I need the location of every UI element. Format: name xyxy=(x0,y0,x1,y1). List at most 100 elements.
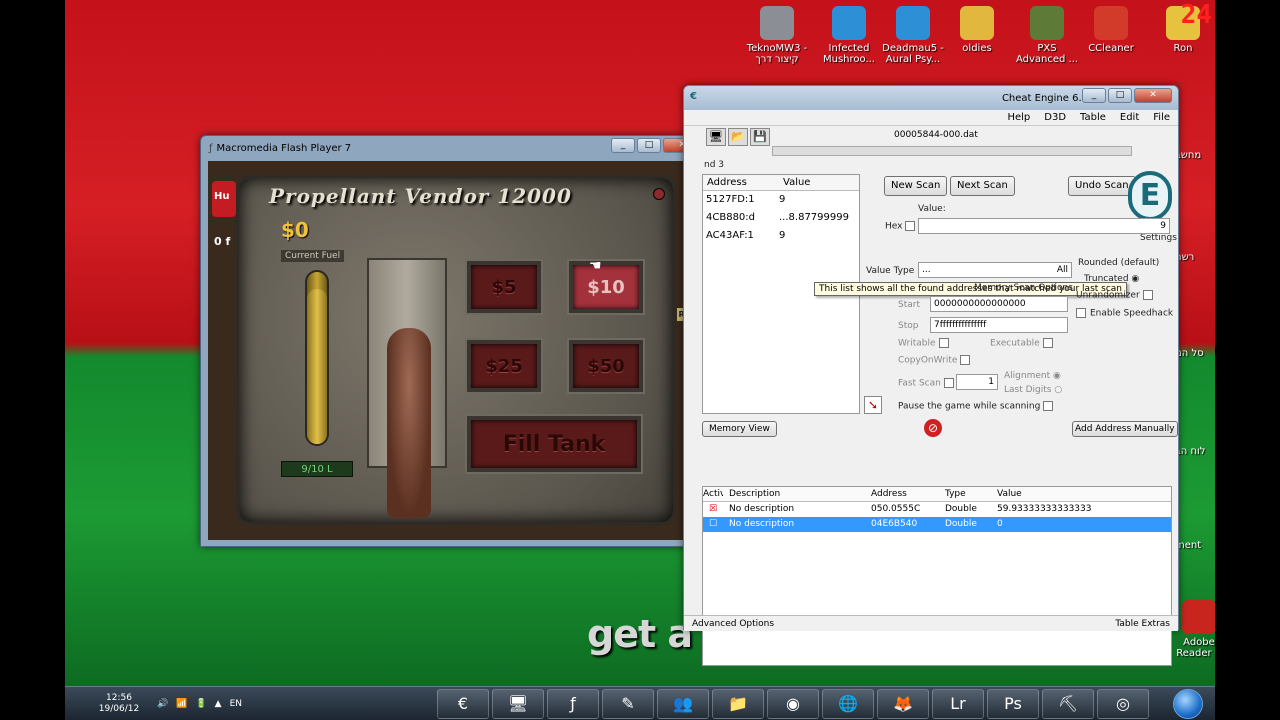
next-scan-button[interactable]: Next Scan xyxy=(950,176,1015,196)
battery-icon[interactable]: 🔋 xyxy=(195,699,206,709)
col-value: Value xyxy=(997,489,1022,499)
ce-window-title: Cheat Engine 6.1 xyxy=(1001,92,1088,104)
settings-label[interactable]: Settings xyxy=(1140,233,1177,243)
game-canvas[interactable]: Hu 0 f RAL Propellant Vendor 12000 $0 Cu… xyxy=(208,161,702,540)
cheat-engine-icon[interactable]: € xyxy=(437,689,489,719)
close-vendor-icon[interactable] xyxy=(653,188,665,200)
stop-icon[interactable]: ⊘ xyxy=(924,419,942,437)
show-hidden-icon[interactable]: ▲ xyxy=(215,699,222,709)
flash-window-title: Macromedia Flash Player 7 xyxy=(216,142,352,154)
undo-scan-button[interactable]: Undo Scan xyxy=(1068,176,1136,196)
fast-scan-input[interactable]: 1 xyxy=(956,374,998,390)
flash-player-window[interactable]: ƒ Macromedia Flash Player 7 _ □ ✕ Hu 0 f… xyxy=(200,135,708,547)
executable-option[interactable]: Executable xyxy=(990,338,1053,349)
chrome-icon[interactable]: ◉ xyxy=(767,689,819,719)
pencil-icon[interactable]: ✎ xyxy=(602,689,654,719)
table-row[interactable]: ☒ No description 050.0555C Double 59.933… xyxy=(703,502,1171,517)
truncated-option[interactable]: Truncated ◉ xyxy=(1084,274,1139,284)
fuel-nozzle xyxy=(387,328,431,518)
rounded-option[interactable]: Rounded (default) xyxy=(1078,258,1159,268)
overlay-counter: 24 xyxy=(1180,0,1212,30)
disc-icon[interactable]: ◎ xyxy=(1097,689,1149,719)
desktop-icon[interactable]: PXS Advanced ... xyxy=(1015,6,1079,65)
fill-tank-button[interactable]: Fill Tank xyxy=(467,416,641,472)
address-table[interactable]: Active Description Address Type Value ☒ … xyxy=(702,486,1172,666)
speedhack-option[interactable]: Enable Speedhack xyxy=(1076,308,1173,319)
results-row[interactable]: 5127FD:1 9 xyxy=(703,191,859,209)
open-process-icon[interactable]: 🖥 xyxy=(706,128,726,146)
desktop-icon[interactable]: Deadmau5 - Aural Psy... xyxy=(881,6,945,65)
globe-icon[interactable]: 🌐 xyxy=(822,689,874,719)
new-scan-button[interactable]: New Scan xyxy=(884,176,948,196)
unrandomizer-option[interactable]: Unrandomizer xyxy=(1076,290,1153,301)
ce-maximize-button[interactable]: □ xyxy=(1108,88,1132,103)
ce-minimize-button[interactable]: _ xyxy=(1082,88,1106,103)
volume-icon[interactable]: 🔊 xyxy=(157,699,168,709)
start-label: Start xyxy=(898,300,920,310)
menu-edit[interactable]: Edit xyxy=(1120,112,1139,123)
desktop-icon[interactable]: oldies xyxy=(945,6,1009,54)
alignment-option[interactable]: Alignment ◉ xyxy=(1004,371,1061,381)
language-indicator[interactable]: EN xyxy=(230,699,242,709)
table-extras-link[interactable]: Table Extras xyxy=(1115,616,1170,631)
buy-50-button[interactable]: $50 xyxy=(569,340,643,392)
taskbar-apps: € 🖥 ƒ ✎ 👥 📁 ◉ 🌐 🦊 Lr Ps ⛏ ◎ xyxy=(437,689,1149,719)
value-type-select[interactable]: ... All xyxy=(918,262,1072,278)
fast-scan-option[interactable]: Fast Scan xyxy=(898,378,954,389)
clock[interactable]: 12:56 19/06/12 xyxy=(89,693,149,715)
desktop-icon[interactable]: TeknoMW3 - קיצור דרך xyxy=(745,6,809,65)
results-row[interactable]: 4CB880:d ...8.87799999 xyxy=(703,209,859,227)
last-digits-option[interactable]: Last Digits ○ xyxy=(1004,385,1062,395)
ce-close-button[interactable]: ✕ xyxy=(1134,88,1172,103)
desktop-icon-label: CCleaner xyxy=(1088,43,1134,54)
firefox-icon[interactable]: 🦊 xyxy=(877,689,929,719)
folder-icon[interactable]: 📁 xyxy=(712,689,764,719)
buy-25-button[interactable]: $25 xyxy=(467,340,541,392)
ce-logo-icon[interactable]: E xyxy=(1128,171,1172,221)
found-count: nd 3 xyxy=(704,160,725,170)
menu-file[interactable]: File xyxy=(1153,112,1170,123)
start-button[interactable] xyxy=(1173,689,1203,719)
lightroom-icon[interactable]: Lr xyxy=(932,689,984,719)
people-icon[interactable]: 👥 xyxy=(657,689,709,719)
desktop-icon[interactable]: Infected Mushroo... xyxy=(817,6,881,65)
start-address-input[interactable]: 0000000000000000 xyxy=(930,296,1068,312)
hex-checkbox[interactable] xyxy=(905,221,916,231)
stop-address-input[interactable]: 7fffffffffffffff xyxy=(930,317,1068,333)
maximize-button[interactable]: □ xyxy=(637,138,661,153)
buy-5-button[interactable]: $5 xyxy=(467,261,541,313)
display-icon[interactable]: 🖥 xyxy=(492,689,544,719)
hex-label: Hex xyxy=(885,221,916,232)
fuel-gauge-fill xyxy=(307,289,327,444)
copyonwrite-option[interactable]: CopyOnWrite xyxy=(898,355,971,366)
value-input[interactable]: 9 xyxy=(918,218,1170,234)
menu-help[interactable]: Help xyxy=(1007,112,1030,123)
scan-progress-bar xyxy=(772,146,1132,156)
cheat-engine-window[interactable]: € Cheat Engine 6.1 _ □ ✕ Help D3D Table … xyxy=(683,85,1179,666)
desktop-icon-label[interactable]: לוח הב xyxy=(1175,446,1205,457)
desktop-icon[interactable]: CCleaner xyxy=(1079,6,1143,54)
pointer-arrow-icon[interactable]: ➘ xyxy=(864,396,882,414)
writable-option[interactable]: Writable xyxy=(898,338,949,349)
menu-d3d[interactable]: D3D xyxy=(1044,112,1066,123)
active-checkbox-icon[interactable]: ☒ xyxy=(703,502,723,517)
add-address-button[interactable]: Add Address Manually xyxy=(1072,421,1178,437)
buy-10-button[interactable]: $10 xyxy=(569,261,643,313)
pause-game-option[interactable]: Pause the game while scanning xyxy=(898,401,1054,412)
menu-table[interactable]: Table xyxy=(1080,112,1106,123)
network-icon[interactable]: 📶 xyxy=(176,699,187,709)
flash-icon[interactable]: ƒ xyxy=(547,689,599,719)
advanced-options-link[interactable]: Advanced Options xyxy=(692,616,774,631)
memory-view-button[interactable]: Memory View xyxy=(702,421,777,437)
photoshop-icon[interactable]: Ps xyxy=(987,689,1039,719)
minimize-button[interactable]: _ xyxy=(611,138,635,153)
right-black-bar xyxy=(1215,0,1280,720)
desktop-icon-label[interactable]: סל המ xyxy=(1175,348,1204,359)
pickaxe-icon[interactable]: ⛏ xyxy=(1042,689,1094,719)
table-row[interactable]: ☐ No description 04E6B540 Double 0 xyxy=(703,517,1171,532)
active-checkbox-icon[interactable]: ☐ xyxy=(703,517,723,532)
col-type: Type xyxy=(945,489,966,499)
results-row[interactable]: AC43AF:1 9 xyxy=(703,227,859,245)
save-icon[interactable]: 💾 xyxy=(750,128,770,146)
open-file-icon[interactable]: 📂 xyxy=(728,128,748,146)
